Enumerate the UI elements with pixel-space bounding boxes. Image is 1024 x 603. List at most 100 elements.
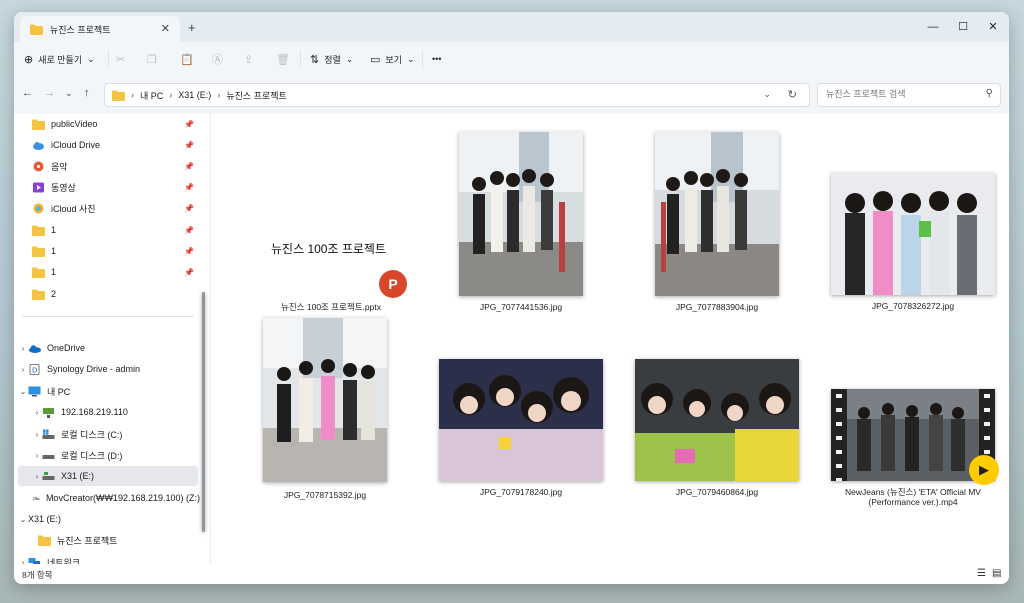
search-box[interactable]: ⚲ (817, 83, 1001, 107)
share-button[interactable]: ⇪ (244, 51, 253, 67)
sidebar-item-network-drive[interactable]: › 192.168.219.110 (32, 402, 200, 422)
file-item-pptx[interactable]: 뉴진스 100조 프로젝트 P 뉴진스 100조 프로젝트.pptx (251, 122, 411, 312)
chevron-right-icon[interactable]: › (32, 451, 42, 460)
photo-thumbnail (655, 132, 779, 296)
sidebar-scrollbar-thumb[interactable] (202, 292, 205, 532)
sidebar-item-folder-1[interactable]: 1 📌 (32, 241, 200, 261)
file-name-label: JPG_7078326272.jpg (871, 301, 955, 311)
sidebar-scrollbar[interactable] (202, 122, 205, 562)
file-item-jpg[interactable]: JPG_7079178240.jpg (439, 359, 603, 504)
sidebar-item-label: 1 (51, 267, 57, 277)
back-arrow-icon[interactable]: ← (22, 87, 33, 99)
folder-icon (32, 267, 45, 278)
file-item-jpg[interactable]: JPG_7078326272.jpg (831, 173, 995, 313)
folder-icon (38, 535, 51, 546)
breadcrumb-separator-icon: › (131, 90, 134, 100)
pptx-preview-title: 뉴진스 100조 프로젝트 (271, 242, 387, 256)
sidebar-item-publicvideo[interactable]: publicVideo 📌 (32, 114, 200, 134)
breadcrumb-folder[interactable]: 뉴진스 프로젝트 (226, 89, 286, 102)
windows-disk-icon (42, 429, 55, 439)
sort-icon: ⇅ (310, 53, 320, 66)
copy-button[interactable]: ❐ (147, 51, 157, 67)
search-input[interactable] (824, 88, 978, 100)
search-icon[interactable]: ⚲ (986, 88, 993, 99)
breadcrumb-pc[interactable]: 내 PC (140, 89, 163, 102)
file-item-jpg[interactable]: JPG_7077441536.jpg (459, 132, 583, 312)
navigation-pane: publicVideo 📌 iCloud Drive 📌 음악 📌 동영상 📌 … (14, 114, 210, 568)
cut-button[interactable]: ✂ (116, 51, 125, 67)
refresh-icon[interactable]: ↻ (788, 88, 797, 101)
sidebar-item-icloud-photos[interactable]: iCloud 사진 📌 (32, 198, 200, 218)
icloud-icon (33, 141, 44, 150)
view-button[interactable]: ▭ 보기 ⌄ (370, 51, 415, 67)
sidebar-item-folder-1[interactable]: 1 📌 (32, 262, 200, 282)
folder-icon (30, 24, 43, 35)
large-icons-view-icon[interactable]: ▤ (992, 568, 1001, 579)
sidebar-item-videos[interactable]: 동영상 📌 (32, 177, 200, 197)
sidebar-item-icloud-drive[interactable]: iCloud Drive 📌 (32, 135, 200, 155)
file-item-jpg[interactable]: JPG_7078715392.jpg (263, 318, 387, 504)
folder-icon (32, 246, 45, 257)
chevron-right-icon[interactable]: › (32, 472, 42, 481)
file-name-label: JPG_7079460864.jpg (675, 487, 759, 497)
music-icon (33, 161, 44, 171)
network-drive-icon (43, 407, 54, 418)
svg-text:D: D (32, 366, 37, 374)
rename-button[interactable]: Ⓐ (212, 51, 223, 67)
sidebar-item-folder-2[interactable]: 2 (32, 284, 200, 304)
maximize-button[interactable]: ☐ (948, 17, 978, 37)
close-tab-icon[interactable]: ✕ (161, 22, 170, 35)
file-item-jpg[interactable]: JPG_7079460864.jpg (635, 359, 799, 504)
sidebar-item-label: 음악 (51, 161, 68, 172)
sidebar-item-label: X31 (E:) (61, 471, 95, 481)
sidebar-item-x31-drive[interactable]: ⌄ X31 (E:) (18, 509, 200, 529)
sidebar-item-label: Synology Drive - admin (47, 364, 141, 374)
file-item-jpg[interactable]: JPG_7077883904.jpg (655, 132, 779, 312)
recent-locations-chevron-icon[interactable]: ⌄ (65, 88, 73, 99)
chevron-right-icon[interactable]: › (18, 365, 28, 374)
chevron-down-icon: ⌄ (345, 53, 354, 64)
chevron-right-icon[interactable]: › (32, 408, 42, 417)
sidebar-item-folder-1[interactable]: 1 📌 (32, 220, 200, 240)
sidebar-item-synology[interactable]: › D Synology Drive - admin (18, 359, 200, 379)
photo-thumbnail (831, 173, 995, 295)
file-name-label: JPG_7077883904.jpg (675, 302, 759, 312)
sidebar-item-label: iCloud Drive (51, 140, 101, 150)
address-bar[interactable]: › 내 PC › X31 (E:) › 뉴진스 프로젝트 ⌄ ↻ (104, 83, 810, 107)
view-icon: ▭ (370, 53, 381, 66)
new-button[interactable]: ⊕ 새로 만들기 ⌄ (24, 51, 95, 67)
up-arrow-icon[interactable]: ↑ (84, 87, 90, 99)
chevron-down-icon[interactable]: ⌄ (18, 387, 28, 396)
sidebar-item-local-disk-d[interactable]: › 로컬 디스크 (D:) (32, 445, 200, 465)
forward-arrow-icon[interactable]: → (44, 87, 55, 99)
sort-button[interactable]: ⇅ 정렬 ⌄ (310, 51, 353, 67)
chevron-down-icon: ⌄ (406, 53, 415, 64)
sidebar-item-music[interactable]: 음악 📌 (32, 156, 200, 176)
more-options-button[interactable]: ••• (432, 51, 441, 67)
address-dropdown-icon[interactable]: ⌄ (763, 89, 771, 100)
item-count: 8개 항목 (22, 570, 53, 580)
sidebar-item-label: iCloud 사진 (51, 203, 96, 214)
chevron-right-icon[interactable]: › (32, 430, 42, 439)
new-tab-button[interactable]: + (188, 20, 196, 35)
close-window-button[interactable]: ✕ (978, 17, 1008, 37)
tab-current-folder[interactable]: 뉴진스 프로젝트 ✕ (20, 16, 180, 42)
sidebar-item-newjeans-project[interactable]: 뉴진스 프로젝트 (38, 530, 200, 550)
plus-circle-icon: ⊕ (24, 53, 34, 66)
sidebar-item-this-pc[interactable]: ⌄ 내 PC (18, 381, 200, 401)
delete-button[interactable]: 🗑 (276, 51, 290, 67)
chevron-down-icon: ⌄ (87, 53, 95, 64)
minimize-button[interactable]: — (918, 17, 948, 37)
sidebar-item-x31-drive-selected[interactable]: › X31 (E:) (18, 466, 198, 486)
chevron-right-icon[interactable]: › (18, 344, 28, 353)
sidebar-item-label: 1 (51, 246, 57, 256)
details-view-icon[interactable]: ☰ (977, 568, 986, 579)
toolbar-divider (422, 50, 423, 68)
chevron-down-icon[interactable]: ⌄ (18, 515, 28, 524)
sidebar-item-local-disk-c[interactable]: › 로컬 디스크 (C:) (32, 424, 200, 444)
paste-button[interactable]: 📋 (180, 51, 194, 67)
sidebar-item-onedrive[interactable]: › OneDrive (18, 338, 200, 358)
breadcrumb-drive[interactable]: X31 (E:) (178, 90, 211, 100)
sidebar-item-movcreator[interactable]: › MovCreator(₩₩192.168.219.100) (Z:) (32, 488, 200, 508)
file-item-mp4[interactable]: ▶ NewJeans (뉴진스) 'ETA' Official MV (Perf… (831, 389, 999, 514)
